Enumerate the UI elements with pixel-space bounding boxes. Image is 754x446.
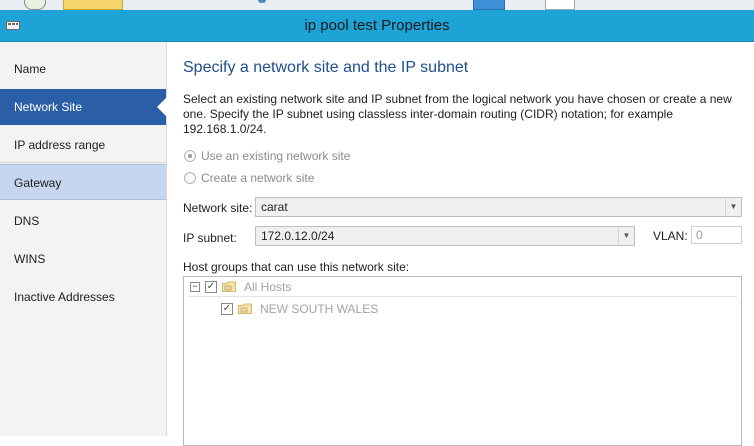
all-hosts-checkbox[interactable]: ✓ (205, 281, 217, 293)
vlan-input[interactable]: 0 (691, 226, 742, 244)
vlan-label: VLAN: (653, 229, 688, 243)
radio-existing-site[interactable] (184, 150, 196, 162)
sidebar-item-wins[interactable]: WINS (0, 241, 166, 277)
option-existing-site-label: Use an existing network site (201, 149, 351, 163)
chevron-down-icon[interactable]: ▼ (725, 198, 741, 216)
new-south-wales-checkbox[interactable]: ✓ (221, 303, 233, 315)
network-site-dropdown[interactable]: carat ▼ (255, 197, 742, 217)
collapse-icon[interactable]: − (190, 282, 200, 292)
main-content: Specify a network site and the IP subnet… (167, 42, 754, 446)
ip-subnet-dropdown[interactable]: 172.0.12.0/24 ▼ (255, 226, 635, 246)
sidebar-item-inactive-addresses[interactable]: Inactive Addresses (0, 279, 166, 315)
host-group-folder-icon (238, 303, 252, 314)
sidebar-item-ip-address-range[interactable]: IP address range (0, 127, 166, 163)
page-heading: Specify a network site and the IP subnet (183, 59, 469, 76)
host-group-folder-icon (222, 281, 236, 292)
tree-node-label: All Hosts (244, 280, 292, 294)
folder-icon (63, 0, 123, 10)
vlan-value: 0 (696, 228, 703, 242)
sidebar-item-name[interactable]: Name (0, 51, 166, 87)
host-groups-tree[interactable]: − ✓ All Hosts ✓ NEW SOUTH WALES (183, 276, 742, 446)
network-site-value: carat (261, 200, 288, 214)
tree-node-all-hosts[interactable]: − ✓ All Hosts (188, 278, 737, 297)
ip-subnet-value: 172.0.12.0/24 (261, 229, 335, 243)
sidebar-item-dns[interactable]: DNS (0, 203, 166, 239)
chevron-down-icon[interactable]: ▼ (618, 227, 634, 245)
option-create-site[interactable]: Create a network site (184, 170, 484, 186)
host-groups-label: Host groups that can use this network si… (183, 260, 410, 274)
option-create-site-label: Create a network site (201, 171, 315, 185)
refresh-icon (24, 0, 46, 10)
tree-node-new-south-wales[interactable]: ✓ NEW SOUTH WALES (188, 300, 737, 318)
network-site-label: Network site: (183, 201, 253, 215)
radio-create-site[interactable] (184, 172, 196, 184)
background-toolbar-strip (0, 0, 754, 10)
ip-subnet-label: IP subnet: (183, 231, 237, 245)
sidebar-item-network-site[interactable]: Network Site (0, 89, 167, 125)
monitor-icon (473, 0, 505, 10)
properties-icon (545, 0, 575, 10)
sidebar: Name Network Site IP address range Gatew… (0, 42, 167, 436)
page-description: Select an existing network site and IP s… (183, 92, 732, 136)
window-title: ip pool test Properties (304, 17, 450, 34)
tree-node-label: NEW SOUTH WALES (260, 302, 379, 316)
sidebar-item-gateway[interactable]: Gateway (0, 164, 166, 200)
network-icon (258, 0, 266, 3)
option-existing-site[interactable]: Use an existing network site (184, 148, 484, 164)
window-titlebar[interactable]: ip pool test Properties (0, 10, 754, 42)
